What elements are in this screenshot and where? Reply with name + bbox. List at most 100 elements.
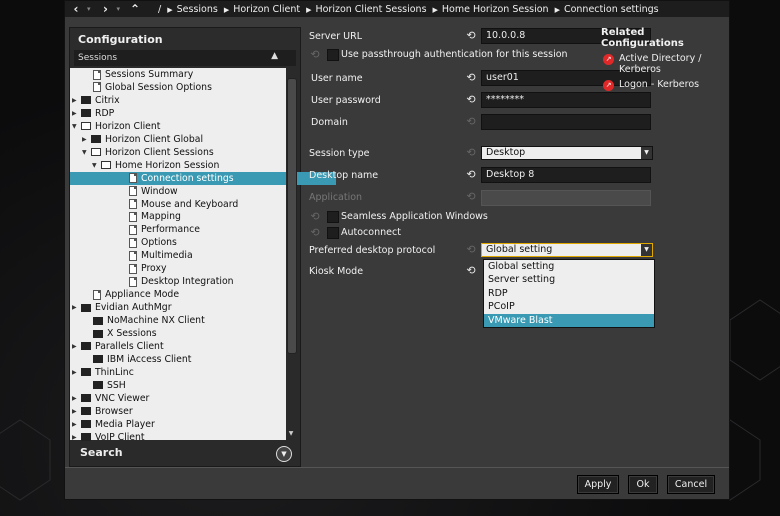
breadcrumb-item[interactable]: ▶ Horizon Client [224,4,300,15]
tree-item[interactable]: Multimedia [120,249,193,262]
chevron-down-icon[interactable]: ▼ [641,147,652,159]
passthrough-checkbox[interactable] [327,49,339,61]
password-field[interactable]: ******** [481,92,651,108]
lock-icon[interactable]: ⟲ [465,94,477,106]
tree-item-label: Sessions Summary [105,69,194,80]
tree-item[interactable]: Desktop Integration [120,275,234,288]
back-button[interactable]: ‹ [65,2,87,16]
tree-item-label: Multimedia [141,250,193,262]
tree-item-label: Mapping [141,211,181,223]
expand-toggle-icon[interactable]: ▼ [72,120,81,133]
tree-item[interactable]: ▼ Horizon Client Sessions [82,146,214,159]
protocol-option[interactable]: RDP [484,287,654,300]
autoconnect-checkbox[interactable] [327,227,339,239]
desktop-name-field[interactable]: Desktop 8 [481,167,651,183]
tree-item[interactable]: ▶ Citrix [72,94,120,107]
expand-toggle-icon[interactable]: ▶ [72,107,81,120]
tree-item-label: Browser [95,405,133,417]
lock-icon[interactable]: ⟲ [465,72,477,84]
tree-item[interactable]: ▶ Parallels Client [72,340,164,353]
expand-toggle-icon[interactable]: ▶ [72,405,81,418]
section-dropdown[interactable]: Sessions ▲ [74,50,296,66]
protocol-option-highlighted[interactable]: VMware Blast [484,313,654,327]
folder-icon [81,368,91,377]
seamless-checkbox[interactable] [327,211,339,223]
expand-toggle-icon[interactable]: ▶ [72,94,81,107]
protocol-select[interactable]: Global setting ▼ [481,243,653,257]
expand-toggle-icon[interactable]: ▶ [72,301,81,314]
folder-icon [81,342,91,351]
lock-icon: ⟲ [466,190,476,203]
tree-item[interactable]: X Sessions [84,327,157,340]
scroll-down-icon[interactable]: ▼ [287,430,295,438]
settings-window: ‹ ▾ › ▾ ⌃ / ▶ Sessions ▶ Horizon Client ▶ H… [64,0,730,500]
lock-icon: ⟲ [466,146,476,159]
tree-item[interactable]: Sessions Summary [84,68,193,81]
domain-field[interactable] [481,114,651,130]
up-button[interactable]: ⌃ [124,2,146,16]
autoconnect-label: Autoconnect [341,227,401,238]
breadcrumb-item[interactable]: ▶ Horizon Client Sessions [306,4,426,15]
tree-item[interactable]: Global Session Options [84,81,212,94]
apply-button[interactable]: Apply [577,475,619,494]
tree-scrollbar[interactable]: ▼ [286,68,297,440]
tree-item[interactable]: ▶ ThinLinc [72,366,134,379]
tree-item[interactable]: ▶ RDP [72,107,114,120]
expand-toggle-icon[interactable]: ▼ [82,146,91,159]
breadcrumb-item[interactable]: ▶ Connection settings [555,4,659,15]
tree-item[interactable]: ▼ Home Horizon Session [92,159,219,172]
tree-item[interactable]: ▶ VNC Viewer [72,392,149,405]
breadcrumb-root[interactable]: / [158,4,161,15]
protocol-option[interactable]: Global setting [484,260,654,273]
expand-toggle-icon[interactable]: ▶ [72,340,81,353]
expand-toggle-icon[interactable]: ▼ [92,159,101,172]
tree-item[interactable]: NoMachine NX Client [84,314,205,327]
lock-icon[interactable]: ⟲ [465,265,477,277]
tree-item[interactable]: ▶ Horizon Client Global [82,133,203,146]
session-type-label: Session type [309,148,370,159]
expand-toggle-icon[interactable]: ▶ [72,418,81,431]
forward-button[interactable]: › [95,2,117,16]
tree-item[interactable]: Window [120,185,178,198]
ok-button[interactable]: Ok [628,475,658,494]
desktop-name-label: Desktop name [309,170,379,181]
scrollbar-thumb[interactable] [287,78,297,354]
related-link[interactable]: ↗ Logon - Kerberos [597,79,729,91]
breadcrumb-item[interactable]: ▶ Sessions [167,4,218,15]
tree-item[interactable]: Performance [120,223,200,236]
external-link-icon: ↗ [603,80,614,91]
tree-item[interactable]: Appliance Mode [84,288,179,301]
tree-item[interactable]: Options [120,236,177,249]
expand-toggle-icon[interactable]: ▶ [72,392,81,405]
tree-item[interactable]: ▼ Horizon Client [72,120,160,133]
tree-item[interactable]: IBM iAccess Client [84,353,191,366]
cancel-button[interactable]: Cancel [667,475,715,494]
tree-item[interactable]: Mapping [120,210,181,223]
related-link[interactable]: ↗ Active Directory / Kerberos [597,53,729,75]
session-type-select[interactable]: Desktop ▼ [481,146,653,160]
tree-item[interactable]: ▶ Media Player [72,418,155,431]
breadcrumb-item[interactable]: ▶ Home Horizon Session [433,4,549,15]
navigation-bar: ‹ ▾ › ▾ ⌃ / ▶ Sessions ▶ Horizon Client ▶ H… [65,1,729,17]
tree-item[interactable]: ▶ Browser [72,405,133,418]
expand-search-icon[interactable]: ▼ [276,446,292,462]
tree-item-label: Horizon Client Sessions [105,146,214,158]
forward-menu-icon[interactable]: ▾ [117,5,121,13]
breadcrumb-arrow-icon: ▶ [554,5,560,14]
search-section[interactable]: Search ▼ [70,442,300,466]
expand-toggle-icon[interactable]: ▶ [72,366,81,379]
chevron-down-icon[interactable]: ▼ [641,244,652,256]
lock-icon[interactable]: ⟲ [465,30,477,42]
protocol-option[interactable]: Server setting [484,273,654,286]
back-menu-icon[interactable]: ▾ [87,5,91,13]
lock-icon[interactable]: ⟲ [465,169,477,181]
tree-item[interactable]: SSH [84,379,126,392]
expand-toggle-icon[interactable]: ▶ [82,133,91,146]
domain-label: Domain [311,117,348,128]
collapse-up-icon[interactable]: ▲ [271,51,278,61]
tree-item[interactable]: Proxy [120,262,166,275]
tree-item[interactable]: Mouse and Keyboard [120,198,238,211]
tree-item-label: Desktop Integration [141,276,234,288]
tree-item[interactable]: ▶ Evidian AuthMgr [72,301,172,314]
protocol-option[interactable]: PCoIP [484,300,654,313]
